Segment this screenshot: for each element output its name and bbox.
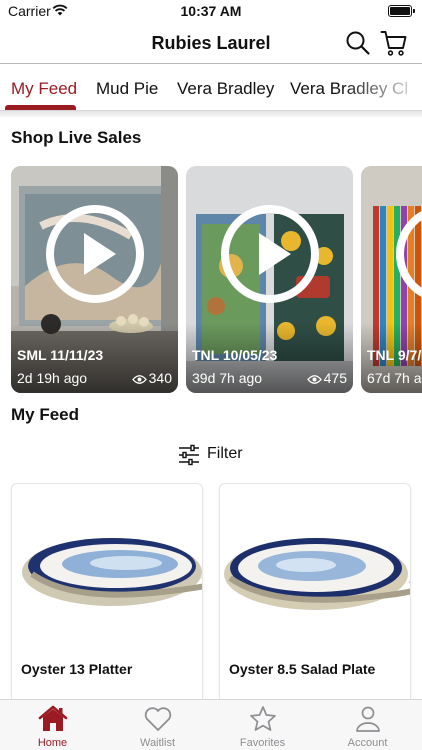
nav-header: Rubies Laurel [0,24,422,64]
views-count: 475 [323,370,347,386]
product-name: Oyster 8.5 Salad Plate [229,661,376,677]
live-sales-heading: Shop Live Sales [11,128,142,147]
eye-icon [131,375,147,384]
cart-icon[interactable] [380,29,408,57]
live-sale-card[interactable]: TNL 9/7/ 67d 7h a [361,166,422,393]
bottom-tab-bar: Home Waitlist Favorites Account [0,699,422,750]
product-name: Oyster 13 Platter [21,661,133,677]
live-sales-carousel[interactable]: SML 11/11/23 2d 19h ago 340 TNL 10/05/23 [0,166,422,394]
category-tabs: My Feed Mud Pie Vera Bradley Vera Bradle… [0,65,422,111]
live-sale-name: TNL 9/7/ [367,347,422,363]
tabbar-label: Waitlist [139,737,176,749]
tabbar-favorites[interactable]: Favorites [210,700,315,750]
status-time: 10:37 AM [180,3,242,19]
eye-icon [306,375,322,384]
filter-label: Filter [207,445,243,462]
live-sale-time-ago: 2d 19h ago [17,370,88,386]
heart-icon [144,707,172,731]
live-sale-card[interactable]: TNL 10/05/23 39d 7h ago 475 [186,166,353,393]
live-sale-views: 475 [306,370,347,386]
tabbar-label: Home [37,737,68,749]
tab-mud-pie[interactable]: Mud Pie [96,79,158,99]
tabbar-account[interactable]: Account [315,700,420,750]
play-icon[interactable] [219,203,321,305]
live-sale-name: TNL 10/05/23 [192,347,278,363]
tabs-fade [342,65,422,110]
filter-icon [179,444,199,466]
live-sale-views: 340 [131,370,172,386]
product-card[interactable]: Oyster 8.5 Salad Plate [219,483,411,713]
play-icon[interactable] [394,203,422,305]
active-tab-indicator [5,105,76,110]
person-icon [356,706,380,732]
live-sale-time-ago: 39d 7h ago [192,370,263,386]
tabbar-home[interactable]: Home [0,700,105,750]
live-sale-name: SML 11/11/23 [17,347,104,363]
live-sale-card[interactable]: SML 11/11/23 2d 19h ago 340 [11,166,178,393]
views-count: 340 [148,370,172,386]
star-icon [250,706,276,731]
tabbar-waitlist[interactable]: Waitlist [105,700,210,750]
play-icon[interactable] [44,203,146,305]
product-card[interactable]: Oyster 13 Platter [11,483,203,713]
live-sale-time-ago: 67d 7h a [367,370,422,386]
search-icon[interactable] [345,30,371,56]
battery-icon [388,5,415,17]
my-feed-heading: My Feed [11,405,80,424]
tab-my-feed[interactable]: My Feed [11,79,77,99]
tabbar-label: Account [347,737,388,749]
tab-vera-bradley[interactable]: Vera Bradley [177,79,274,99]
tabbar-label: Favorites [239,737,286,749]
home-icon [38,705,68,731]
product-image [224,538,410,610]
tabs-divider [0,111,422,117]
status-bar: Carrier 10:37 AM [0,0,422,24]
product-image [22,538,202,606]
